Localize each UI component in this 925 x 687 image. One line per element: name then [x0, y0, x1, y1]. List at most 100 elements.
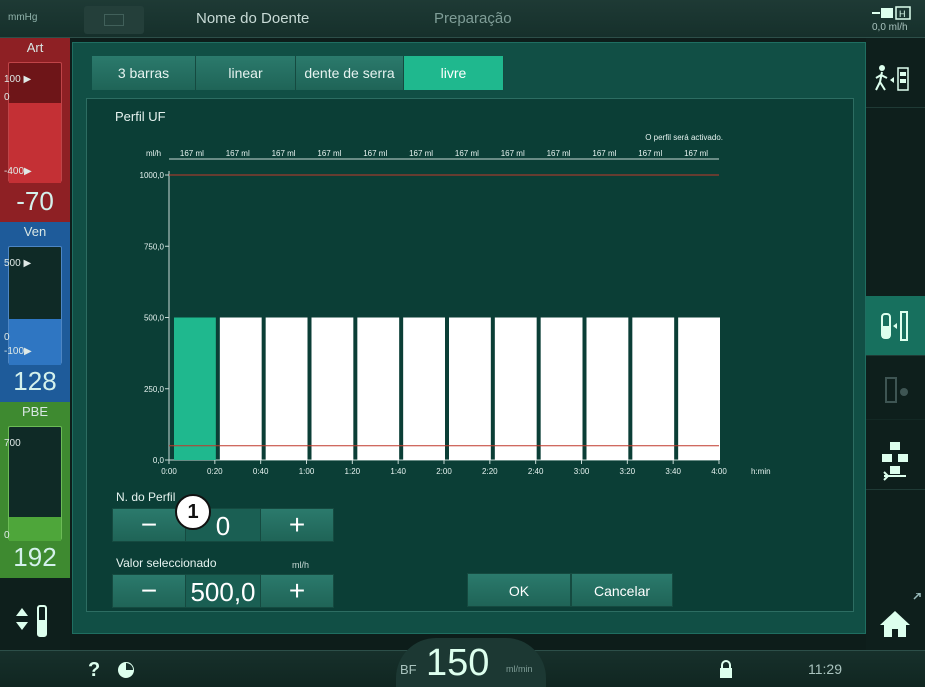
x-tick-label: 2:40: [528, 467, 544, 476]
profile-number-stepper: − 0 +: [112, 508, 334, 542]
ven-zero-tick: 0: [4, 332, 10, 343]
y-tick-label: 750,0: [144, 242, 165, 251]
profile-bar[interactable]: [494, 317, 537, 461]
cancel-button[interactable]: Cancelar: [571, 573, 673, 607]
y-tick-label: 250,0: [144, 385, 165, 394]
bar-volume-label: 167 ml: [638, 149, 662, 158]
svg-text:H: H: [899, 9, 906, 19]
pressure-column: Art 100 ▶ 0 -400▶ -70 Ven 500 ▶ 0 -100▶ …: [0, 38, 70, 650]
bar-volume-label: 167 ml: [547, 149, 571, 158]
x-tick-label: 0:00: [161, 467, 177, 476]
profile-number-label: N. do Perfil: [116, 490, 176, 504]
profile-bar[interactable]: [449, 317, 491, 461]
x-tick-label: 3:20: [620, 467, 636, 476]
tab-sawtooth[interactable]: dente de serra: [296, 56, 404, 90]
blood-flow-display[interactable]: BF 150 ml/min: [396, 638, 546, 687]
y-tick-label: 500,0: [144, 314, 165, 323]
disabled-tool-button[interactable]: [866, 360, 925, 420]
art-label: Art: [26, 40, 44, 55]
art-bottom-tick: -400▶: [4, 166, 32, 177]
bf-unit: ml/min: [506, 664, 533, 674]
value-minus-button[interactable]: −: [112, 574, 186, 608]
bar-volume-label: 167 ml: [501, 149, 525, 158]
top-bar: mmHg Nome do Doente Preparação H 0,0 ml/…: [0, 0, 925, 38]
pbe-label: PBE: [21, 404, 48, 419]
profile-bar[interactable]: [586, 317, 629, 461]
patient-disconnect-button[interactable]: [866, 48, 925, 108]
settings-tree-button[interactable]: [866, 430, 925, 490]
art-pressure-panel: Art 100 ▶ 0 -400▶ -70: [0, 38, 70, 222]
patient-card-icon[interactable]: [84, 6, 144, 34]
selected-value-unit: ml/h: [292, 560, 310, 570]
network-tree-icon: [882, 442, 908, 481]
ok-button[interactable]: OK: [467, 573, 571, 607]
profile-bar[interactable]: [174, 317, 216, 461]
walk-to-machine-icon: [875, 65, 909, 91]
art-zero-tick: 0: [4, 92, 10, 103]
profile-bar[interactable]: [632, 317, 675, 461]
y-tick-label: 1000,0: [140, 171, 165, 180]
profile-plus-button[interactable]: +: [260, 508, 334, 542]
profile-bar[interactable]: [357, 317, 400, 461]
bar-volume-label: 167 ml: [592, 149, 616, 158]
bar-volume-label: 167 ml: [180, 149, 204, 158]
pbe-zero-tick: 0: [4, 530, 10, 541]
bar-volume-label: 167 ml: [363, 149, 387, 158]
bf-label: BF: [400, 662, 417, 677]
pressure-unit: mmHg: [8, 12, 38, 23]
x-tick-label: 0:20: [207, 467, 223, 476]
profile-bar[interactable]: [403, 317, 445, 461]
pbe-pressure-panel: PBE 700 0 192: [0, 402, 70, 578]
ven-label: Ven: [23, 224, 47, 239]
pbe-value: 192: [13, 542, 57, 572]
patient-name[interactable]: Nome do Doente: [196, 10, 309, 27]
art-top-tick: 100 ▶: [4, 74, 32, 85]
right-toolbar: [866, 38, 925, 650]
ven-pressure-panel: Ven 500 ▶ 0 -100▶ 128: [0, 222, 70, 402]
selected-value[interactable]: 500,0: [186, 574, 260, 608]
ven-top-tick: 500 ▶: [4, 258, 32, 269]
profile-bar[interactable]: [540, 317, 583, 461]
bar-volume-label: 167 ml: [272, 149, 296, 158]
y-tick-label: 0,0: [153, 456, 165, 465]
bar-volume-label: 167 ml: [317, 149, 341, 158]
art-value: -70: [16, 186, 54, 216]
uf-profile-chart: O perfil será activado. ml/h 167 ml 167 ml 1…: [140, 133, 771, 476]
home-button[interactable]: [866, 592, 925, 653]
profile-bar[interactable]: [678, 317, 720, 461]
profile-bar[interactable]: [311, 317, 354, 461]
x-tick-label: 4:00: [711, 467, 727, 476]
pbe-top-tick: 700: [4, 438, 21, 449]
profile-bar[interactable]: [219, 317, 262, 461]
syringe-icon: [885, 377, 908, 403]
timer-icon[interactable]: [116, 660, 136, 685]
tab-linear[interactable]: linear: [196, 56, 296, 90]
ven-value: 128: [13, 366, 57, 396]
value-plus-button[interactable]: +: [260, 574, 334, 608]
x-tick-label: 2:20: [482, 467, 498, 476]
level-adjust-icon[interactable]: [8, 598, 62, 642]
uf-pump-icon: H: [872, 6, 912, 23]
y-axis-label: ml/h: [146, 149, 161, 158]
x-tick-label: 3:00: [574, 467, 590, 476]
x-tick-label: 2:00: [436, 467, 452, 476]
clock: 11:29: [808, 661, 842, 677]
filter-prime-button[interactable]: [866, 296, 925, 356]
x-axis-label: h:min: [751, 467, 771, 476]
tab-3-bars[interactable]: 3 barras: [92, 56, 196, 90]
bar-volume-label: 167 ml: [226, 149, 250, 158]
x-tick-label: 1:20: [345, 467, 361, 476]
home-icon: [880, 592, 921, 637]
x-tick-label: 1:40: [390, 467, 406, 476]
phase-label: Preparação: [434, 10, 512, 27]
profile-type-tabs: 3 barras linear dente de serra livre: [92, 56, 504, 90]
tab-free[interactable]: livre: [404, 56, 504, 90]
help-button[interactable]: ?: [88, 659, 100, 682]
filter-arrow-icon: [881, 311, 908, 341]
x-tick-label: 3:40: [665, 467, 681, 476]
lock-icon[interactable]: [718, 659, 734, 684]
profile-notice: O perfil será activado.: [645, 133, 723, 142]
ven-bottom-tick: -100▶: [4, 346, 32, 357]
profile-bar[interactable]: [265, 317, 308, 461]
bar-volume-label: 167 ml: [455, 149, 479, 158]
